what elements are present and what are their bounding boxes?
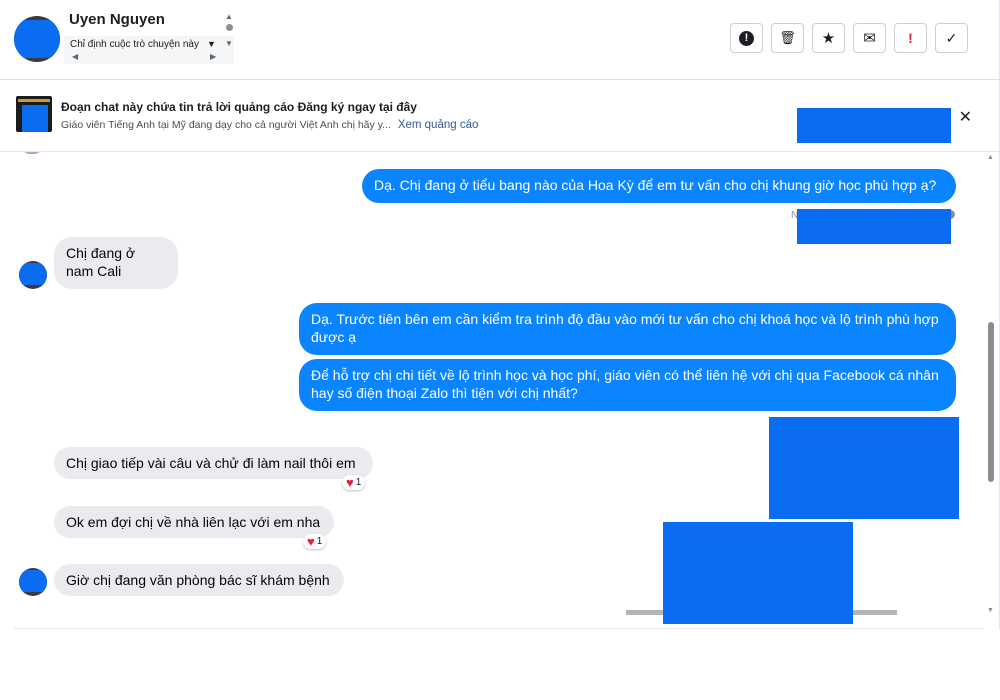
redaction-box (22, 105, 48, 132)
view-ad-link[interactable]: Xem quảng cáo (398, 119, 479, 131)
divider (14, 628, 984, 629)
contact-avatar-small[interactable] (19, 261, 47, 289)
outgoing-message[interactable]: Để hỗ trợ chị chi tiết về lộ trình học v… (299, 359, 956, 411)
scroll-right-icon[interactable]: ▶ (210, 52, 216, 61)
redaction-box (797, 108, 951, 143)
redaction-box (769, 417, 959, 519)
conversation-header: Uyen Nguyen Chỉ định cuộc trò chuyện này… (0, 0, 1000, 80)
ad-banner-title[interactable]: Đoạn chat này chứa tin trả lời quảng cáo… (61, 100, 417, 114)
reaction-badge[interactable]: ♥ 1 (342, 475, 366, 490)
trash-icon: 🗑 (779, 30, 796, 45)
scroll-down-icon[interactable]: ▼ (987, 607, 994, 614)
redaction-box (797, 209, 951, 244)
flag-exclamation-icon: ! (908, 30, 913, 46)
scroll-up-icon[interactable]: ▲ (987, 154, 994, 161)
incoming-message[interactable]: Giờ chị đang văn phòng bác sĩ khám bệnh (54, 564, 344, 596)
conversation-toolbar: ! 🗑 ★ ✉ ! ✓ (730, 23, 968, 53)
scroll-thumb[interactable] (988, 322, 994, 482)
redaction-box (663, 522, 853, 624)
scroll-down-icon[interactable]: ▼ (225, 39, 233, 48)
incoming-message[interactable]: Chị giao tiếp vài câu và chử đi làm nail… (54, 447, 373, 479)
scroll-left-icon[interactable]: ◀ (72, 52, 78, 61)
heart-icon: ♥ (307, 534, 315, 549)
envelope-icon: ✉ (863, 30, 876, 47)
reaction-badge[interactable]: ♥ 1 (303, 534, 327, 549)
heart-icon: ♥ (346, 475, 354, 490)
message-thread[interactable]: Dạ. Chị đang ở tiểu bang nào của Hoa Kỳ … (0, 152, 1000, 628)
ad-preview-text: Giáo viên Tiếng Anh tại Mỹ đang dạy cho … (61, 119, 391, 131)
contact-avatar[interactable] (14, 16, 60, 62)
caret-down-icon: ▼ (207, 39, 216, 49)
avatar-fragment (22, 152, 42, 154)
mark-done-button[interactable]: ✓ (935, 23, 968, 53)
image-fragment (853, 610, 897, 615)
follow-up-button[interactable]: ! (894, 23, 927, 53)
image-fragment (626, 610, 663, 615)
ad-banner-subtitle: Giáo viên Tiếng Anh tại Mỹ đang dạy cho … (61, 119, 478, 131)
contact-avatar-small[interactable] (19, 568, 47, 596)
redaction-box (19, 263, 47, 285)
ad-thumbnail-strip (18, 99, 50, 102)
report-spam-button[interactable]: ! (730, 23, 763, 53)
ad-reply-banner: Đoạn chat này chứa tin trả lời quảng cáo… (0, 80, 1000, 152)
mark-unread-button[interactable]: ✉ (853, 23, 886, 53)
redaction-box (14, 20, 60, 58)
close-icon[interactable]: ✕ (959, 107, 972, 127)
check-icon: ✓ (945, 29, 958, 46)
assign-conversation-dropdown[interactable]: Chỉ định cuộc trò chuyện này ▼ ◀ ▶ (64, 36, 234, 64)
outgoing-message[interactable]: Dạ. Trước tiên bên em cần kiểm tra trình… (299, 303, 956, 355)
star-button[interactable]: ★ (812, 23, 845, 53)
outgoing-message[interactable]: Dạ. Chị đang ở tiểu bang nào của Hoa Kỳ … (362, 169, 956, 203)
scroll-up-icon[interactable]: ▲ (225, 12, 233, 21)
chat-scrollbar[interactable]: ▲ ▼ (986, 152, 996, 628)
reaction-count: 1 (316, 536, 323, 547)
star-icon: ★ (821, 30, 836, 47)
scroll-thumb[interactable] (225, 24, 233, 31)
delete-button[interactable]: 🗑 (771, 23, 804, 53)
conversation-window: Uyen Nguyen Chỉ định cuộc trò chuyện này… (0, 0, 1000, 630)
reaction-count: 1 (355, 477, 362, 488)
incoming-message[interactable]: Chị đang ở nam Cali (54, 237, 178, 289)
ad-thumbnail[interactable] (16, 96, 52, 132)
redaction-box (19, 570, 47, 592)
exclamation-circle-icon: ! (739, 30, 754, 46)
incoming-message[interactable]: Ok em đợi chị về nhà liên lạc với em nha (54, 506, 334, 538)
assign-conversation-label: Chỉ định cuộc trò chuyện này (70, 39, 199, 50)
contact-name[interactable]: Uyen Nguyen (69, 11, 165, 28)
vertical-scroll-control[interactable]: ▲ ▼ (223, 12, 235, 52)
